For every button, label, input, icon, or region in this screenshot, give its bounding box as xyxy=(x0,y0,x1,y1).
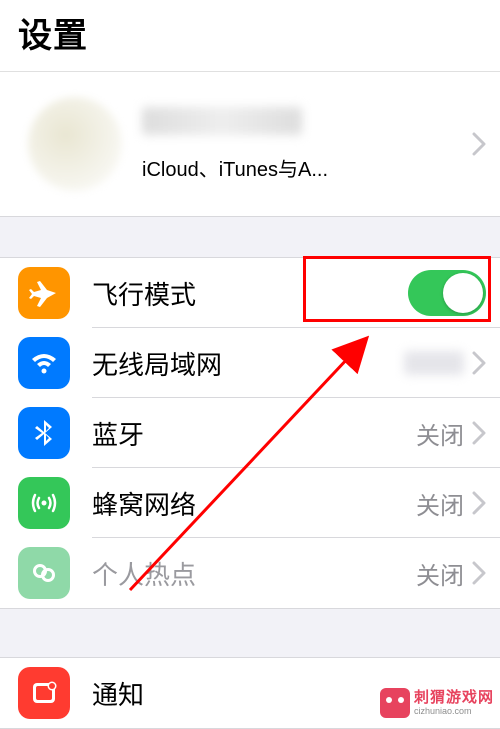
bluetooth-label: 蓝牙 xyxy=(92,415,416,452)
bluetooth-row[interactable]: 蓝牙 关闭 xyxy=(0,398,500,468)
page-title: 设置 xyxy=(18,8,482,57)
watermark-text: 刺猬游戏网 cizhuniao.com xyxy=(414,690,494,716)
profile-section: iCloud、iTunes与A... xyxy=(0,72,500,217)
toggle-knob xyxy=(443,273,483,313)
cellular-row[interactable]: 蜂窝网络 关闭 xyxy=(0,468,500,538)
chevron-right-icon xyxy=(472,351,486,375)
watermark-logo-icon xyxy=(380,688,410,718)
airplane-mode-row[interactable]: 飞行模式 xyxy=(0,258,500,328)
chevron-right-icon xyxy=(472,491,486,515)
profile-row[interactable]: iCloud、iTunes与A... xyxy=(0,72,500,216)
chevron-right-icon xyxy=(472,561,486,585)
bluetooth-icon xyxy=(18,407,70,459)
profile-subtitle: iCloud、iTunes与A... xyxy=(142,153,472,182)
settings-header: 设置 xyxy=(0,0,500,72)
chevron-right-icon xyxy=(472,132,486,156)
profile-text-group: iCloud、iTunes与A... xyxy=(142,107,472,182)
bluetooth-value: 关闭 xyxy=(416,416,464,451)
cellular-icon xyxy=(18,477,70,529)
wifi-value-redacted xyxy=(404,351,464,375)
notifications-icon xyxy=(18,667,70,719)
wifi-icon xyxy=(18,337,70,389)
airplane-icon xyxy=(18,267,70,319)
hotspot-label: 个人热点 xyxy=(92,555,416,592)
wifi-label: 无线局域网 xyxy=(92,345,404,382)
connectivity-section: 飞行模式 无线局域网 蓝牙 关闭 xyxy=(0,257,500,609)
hotspot-row[interactable]: 个人热点 关闭 xyxy=(0,538,500,608)
hotspot-value: 关闭 xyxy=(416,556,464,591)
watermark-url: cizhuniao.com xyxy=(414,707,494,716)
watermark: 刺猬游戏网 cizhuniao.com xyxy=(380,688,494,718)
wifi-row[interactable]: 无线局域网 xyxy=(0,328,500,398)
watermark-title: 刺猬游戏网 xyxy=(414,690,494,705)
hotspot-icon xyxy=(18,547,70,599)
cellular-label: 蜂窝网络 xyxy=(92,485,416,522)
profile-name-redacted xyxy=(142,107,302,135)
airplane-label: 飞行模式 xyxy=(92,275,408,312)
cellular-value: 关闭 xyxy=(416,486,464,521)
avatar xyxy=(28,97,122,191)
airplane-toggle[interactable] xyxy=(408,270,486,316)
chevron-right-icon xyxy=(472,421,486,445)
